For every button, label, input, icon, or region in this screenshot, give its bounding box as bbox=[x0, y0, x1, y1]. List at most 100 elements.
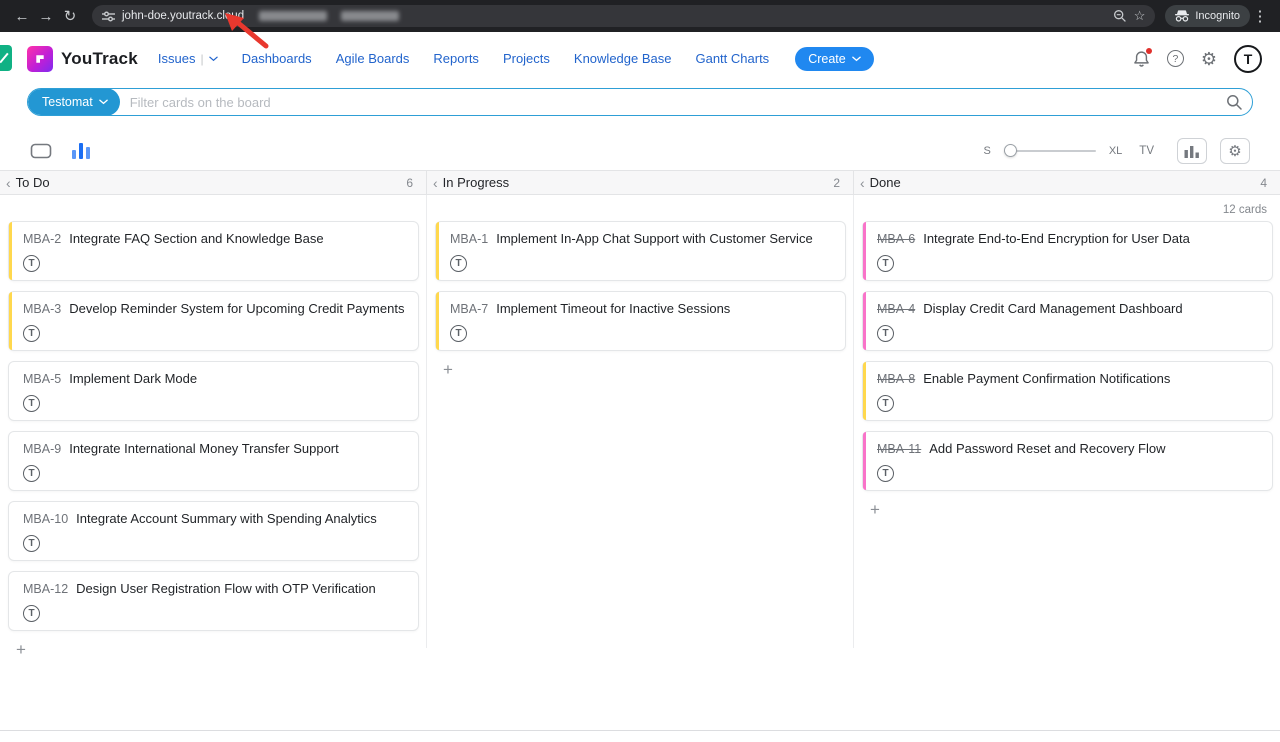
assignee-avatar: T bbox=[877, 325, 894, 342]
priority-stripe bbox=[436, 222, 439, 280]
card[interactable]: MBA-9Integrate International Money Trans… bbox=[8, 431, 419, 491]
backlog-panel-icon[interactable] bbox=[30, 142, 52, 160]
card-id[interactable]: MBA-5 bbox=[23, 372, 61, 386]
youtrack-logo-icon[interactable] bbox=[27, 46, 53, 72]
chevron-down-icon[interactable] bbox=[209, 56, 218, 62]
nav-gantt-charts[interactable]: Gantt Charts bbox=[695, 51, 769, 66]
card[interactable]: MBA-12Design User Registration Flow with… bbox=[8, 571, 419, 631]
add-card-button[interactable]: + bbox=[12, 641, 30, 658]
notification-dot bbox=[1146, 48, 1152, 54]
card-id[interactable]: MBA-6 bbox=[877, 232, 915, 246]
browser-toolbar: ← → ↻ john-doe.youtrack.cloud ☆ Incognit… bbox=[0, 0, 1280, 32]
assignee-avatar: T bbox=[23, 465, 40, 482]
incognito-label: Incognito bbox=[1195, 10, 1240, 22]
gear-icon: ⚙ bbox=[1228, 144, 1241, 159]
nav-dashboards[interactable]: Dashboards bbox=[242, 51, 312, 66]
assignee-avatar: T bbox=[23, 325, 40, 342]
card[interactable]: MBA-6Integrate End-to-End Encryption for… bbox=[862, 221, 1273, 281]
column-header-todo: ‹ To Do 6 bbox=[0, 171, 426, 194]
card-title: Implement Timeout for Inactive Sessions bbox=[496, 301, 730, 316]
add-card-button[interactable]: + bbox=[866, 501, 884, 518]
collapse-column-icon[interactable]: ‹ bbox=[433, 176, 438, 190]
filter-cards-input[interactable] bbox=[120, 95, 1226, 110]
create-button-label: Create bbox=[808, 52, 846, 66]
chevron-down-icon bbox=[99, 99, 108, 105]
priority-stripe bbox=[9, 292, 12, 350]
card-title: Integrate FAQ Section and Knowledge Base bbox=[69, 231, 323, 246]
priority-stripe bbox=[863, 222, 866, 280]
priority-stripe bbox=[863, 292, 866, 350]
board-settings-button[interactable]: ⚙ bbox=[1220, 138, 1250, 164]
card[interactable]: MBA-10Integrate Account Summary with Spe… bbox=[8, 501, 419, 561]
card[interactable]: MBA-4Display Credit Card Management Dash… bbox=[862, 291, 1273, 351]
chevron-down-icon bbox=[852, 56, 861, 62]
column-title: In Progress bbox=[443, 175, 509, 190]
browser-reload-button[interactable]: ↻ bbox=[58, 4, 82, 28]
card-id[interactable]: MBA-1 bbox=[450, 232, 488, 246]
bookmark-star-icon[interactable]: ☆ bbox=[1134, 8, 1146, 24]
assignee-avatar: T bbox=[23, 535, 40, 552]
priority-stripe bbox=[9, 572, 12, 630]
priority-stripe bbox=[9, 362, 12, 420]
browser-back-button[interactable]: ← bbox=[10, 4, 34, 28]
assignee-avatar: T bbox=[23, 255, 40, 272]
zoom-icon[interactable] bbox=[1113, 9, 1127, 23]
add-card-button[interactable]: + bbox=[439, 361, 457, 378]
user-avatar[interactable]: T bbox=[1234, 45, 1262, 73]
main-nav: Issues | Dashboards Agile Boards Reports… bbox=[158, 51, 769, 66]
help-icon-glyph: ? bbox=[1167, 50, 1184, 67]
collapse-column-icon[interactable]: ‹ bbox=[860, 176, 865, 190]
help-icon[interactable]: ? bbox=[1167, 50, 1184, 67]
card-id[interactable]: MBA-4 bbox=[877, 302, 915, 316]
card-size-small-label: S bbox=[983, 145, 990, 157]
slider-track[interactable] bbox=[1004, 150, 1096, 152]
agile-board: 12 cards MBA-2Integrate FAQ Section and … bbox=[0, 195, 1280, 648]
card-title: Implement Dark Mode bbox=[69, 371, 197, 386]
board-chart-button[interactable] bbox=[1177, 138, 1207, 164]
board-selector-button[interactable]: Testomat bbox=[28, 88, 120, 116]
board-filter-bar: Testomat bbox=[27, 88, 1253, 116]
card[interactable]: MBA-11 Add Password Reset and Recovery Fl… bbox=[862, 431, 1273, 491]
card-id[interactable]: MBA-11 bbox=[877, 442, 921, 456]
nav-knowledge-base[interactable]: Knowledge Base bbox=[574, 51, 672, 66]
browser-forward-button[interactable]: → bbox=[34, 4, 58, 28]
column-header-in-progress: ‹ In Progress 2 bbox=[426, 171, 853, 194]
chart-view-icon[interactable] bbox=[72, 143, 90, 159]
collapse-column-icon[interactable]: ‹ bbox=[6, 176, 11, 190]
nav-agile-boards[interactable]: Agile Boards bbox=[336, 51, 410, 66]
card-id[interactable]: MBA-9 bbox=[23, 442, 61, 456]
card-id[interactable]: MBA-10 bbox=[23, 512, 68, 526]
app-header: YouTrack Issues | Dashboards Agile Board… bbox=[0, 32, 1280, 85]
priority-stripe bbox=[436, 292, 439, 350]
card[interactable]: MBA-1Implement In-App Chat Support with … bbox=[435, 221, 846, 281]
priority-stripe bbox=[9, 222, 12, 280]
card-id[interactable]: MBA-12 bbox=[23, 582, 68, 596]
nav-issues[interactable]: Issues | bbox=[158, 51, 218, 66]
card[interactable]: MBA-2 Integrate FAQ Section and Knowledge… bbox=[8, 221, 419, 281]
slider-knob[interactable] bbox=[1004, 144, 1017, 157]
search-icon[interactable] bbox=[1226, 94, 1242, 110]
edit-sidebar-tab-icon[interactable] bbox=[0, 45, 12, 71]
notifications-bell-icon[interactable] bbox=[1133, 50, 1150, 68]
priority-stripe bbox=[863, 432, 866, 490]
card-id[interactable]: MBA-3 bbox=[23, 302, 61, 316]
settings-gear-icon[interactable]: ⚙ bbox=[1201, 50, 1217, 68]
site-settings-tune-icon[interactable] bbox=[102, 10, 115, 23]
card[interactable]: MBA-7 Implement Timeout for Inactive Sess… bbox=[435, 291, 846, 351]
column-count: 2 bbox=[833, 176, 840, 190]
create-button[interactable]: Create bbox=[795, 47, 874, 71]
assignee-avatar: T bbox=[877, 465, 894, 482]
card-id[interactable]: MBA-7 bbox=[450, 302, 488, 316]
card-title: Add Password Reset and Recovery Flow bbox=[929, 441, 1165, 456]
card[interactable]: MBA-5Implement Dark Mode T bbox=[8, 361, 419, 421]
card[interactable]: MBA-8Enable Payment Confirmation Notific… bbox=[862, 361, 1273, 421]
card-id[interactable]: MBA-8 bbox=[877, 372, 915, 386]
card-size-slider[interactable] bbox=[1004, 144, 1096, 158]
view-toggles bbox=[30, 142, 90, 160]
browser-menu-icon[interactable]: ⋮ bbox=[1250, 7, 1270, 25]
tv-mode-button[interactable]: TV bbox=[1139, 145, 1154, 157]
nav-projects[interactable]: Projects bbox=[503, 51, 550, 66]
card-id[interactable]: MBA-2 bbox=[23, 232, 61, 246]
nav-reports[interactable]: Reports bbox=[433, 51, 479, 66]
card[interactable]: MBA-3Develop Reminder System for Upcomin… bbox=[8, 291, 419, 351]
